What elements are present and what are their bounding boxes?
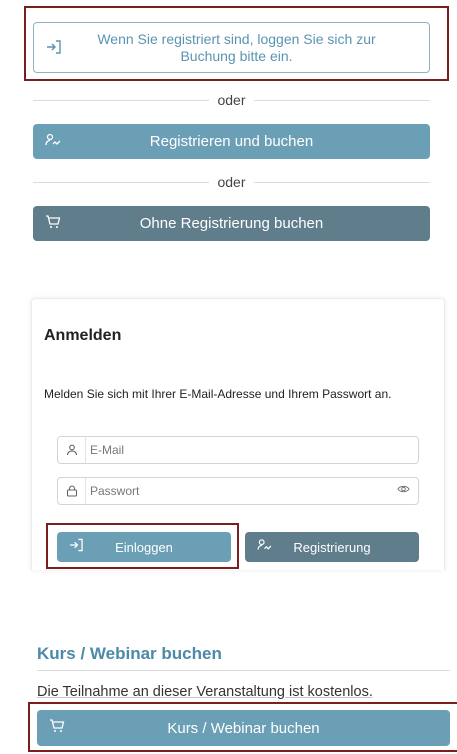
login-button[interactable]: Einloggen: [57, 532, 231, 562]
booking-section-divider: [37, 670, 450, 671]
book-course-label: Kurs / Webinar buchen: [167, 719, 320, 737]
booking-section-title: Kurs / Webinar buchen: [37, 644, 222, 663]
register-and-book-label: Registrieren und buchen: [149, 133, 314, 150]
book-without-registration-button[interactable]: Ohne Registrierung buchen: [33, 206, 430, 241]
login-arrow-icon: [46, 40, 62, 58]
divider-label: oder: [217, 92, 246, 108]
login-card-description: Melden Sie sich mit Ihrer E-Mail-Adresse…: [44, 387, 392, 401]
signature-icon: [257, 539, 272, 556]
password-input[interactable]: [90, 482, 390, 500]
book-course-button[interactable]: Kurs / Webinar buchen: [37, 710, 450, 746]
user-icon: [58, 437, 86, 463]
registration-button-label: Registrierung: [293, 539, 371, 555]
login-card-title: Anmelden: [44, 327, 122, 344]
divider-or-2: oder: [33, 172, 430, 192]
registration-button[interactable]: Registrierung: [245, 532, 419, 562]
password-field[interactable]: [57, 477, 419, 505]
login-button-label: Einloggen: [115, 539, 173, 555]
login-hint-text: Wenn Sie registriert sind, loggen Sie si…: [97, 30, 376, 64]
register-and-book-button[interactable]: Registrieren und buchen: [33, 124, 430, 159]
lock-icon: [58, 478, 86, 504]
divider-label-2: oder: [217, 174, 246, 190]
cart-icon: [49, 719, 65, 737]
eye-icon[interactable]: [397, 483, 410, 498]
email-input[interactable]: [90, 441, 390, 459]
email-field[interactable]: [57, 436, 419, 464]
login-arrow-icon: [69, 538, 84, 556]
cart-icon: [45, 214, 61, 233]
book-without-registration-label: Ohne Registrierung buchen: [139, 215, 324, 232]
signature-icon: [45, 133, 61, 151]
divider-or: oder: [33, 90, 430, 110]
booking-free-notice: Die Teilnahme an dieser Veranstaltung is…: [37, 684, 373, 700]
login-hint-link[interactable]: Wenn Sie registriert sind, loggen Sie si…: [33, 22, 430, 73]
